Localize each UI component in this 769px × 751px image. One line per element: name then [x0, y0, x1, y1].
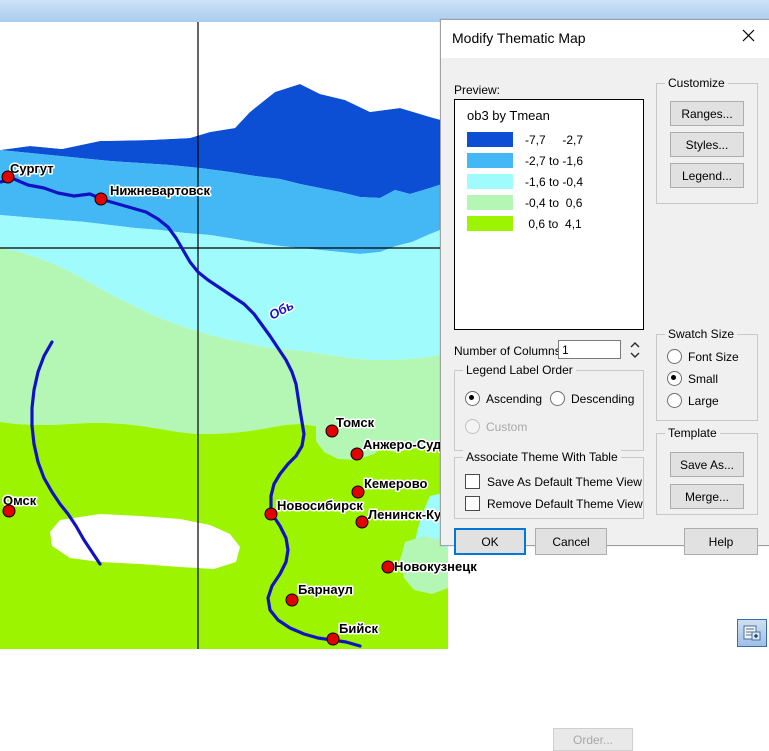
- legend-swatch: [467, 216, 513, 231]
- city-label: Барнаул: [298, 582, 353, 597]
- city-label: Нижневартовск: [110, 183, 211, 198]
- city-label: Кемерово: [364, 476, 428, 491]
- associate-theme-title: Associate Theme With Table: [463, 450, 621, 464]
- ranges-button[interactable]: Ranges...: [670, 101, 744, 126]
- radio-custom: Custom: [465, 419, 527, 434]
- radio-ascending-indicator: [465, 391, 480, 406]
- city-label: Новокузнецк: [394, 559, 477, 574]
- radio-font-size-indicator: [667, 349, 682, 364]
- radio-descending-label: Descending: [571, 391, 635, 406]
- legend-range-label: -1,6 to -0,4: [525, 174, 584, 189]
- radio-small-label: Small: [688, 371, 719, 386]
- city-label: Томск: [336, 415, 375, 430]
- city-marker-dot[interactable]: [326, 632, 340, 646]
- city-label: Ленинск-Ку: [368, 507, 442, 522]
- city-label: Анжеро-Судж: [363, 437, 451, 452]
- radio-large-label: Large: [688, 393, 719, 408]
- radio-large-indicator: [667, 393, 682, 408]
- city-label: Бийск: [339, 621, 379, 636]
- checkbox-remove-default-label: Remove Default Theme View: [487, 496, 643, 511]
- legend-row[interactable]: -1,6 to -0,4: [467, 171, 583, 192]
- legend-swatch: [467, 174, 513, 189]
- cancel-button[interactable]: Cancel: [535, 528, 607, 555]
- legend-row[interactable]: -0,4 to 0,6: [467, 192, 583, 213]
- radio-ascending-label: Ascending: [486, 391, 543, 406]
- radio-custom-label: Custom: [486, 419, 528, 434]
- legend-swatch: [467, 153, 513, 168]
- checkbox-save-default-theme-view[interactable]: Save As Default Theme View: [465, 474, 642, 489]
- checkbox-save-default-label: Save As Default Theme View: [487, 474, 642, 489]
- city-marker-dot[interactable]: [94, 192, 108, 206]
- legend-label-order-title: Legend Label Order: [463, 363, 576, 377]
- associate-theme-with-table-group: Associate Theme With Table Save As Defau…: [454, 450, 644, 519]
- legend-range-label: 0,6 to 4,1: [525, 216, 582, 231]
- city-marker-dot[interactable]: [355, 515, 369, 529]
- order-button: Order...: [553, 728, 633, 751]
- legend-row[interactable]: -7,7 -2,7: [467, 129, 583, 150]
- city-label: Сургут: [10, 161, 54, 176]
- merge-button[interactable]: Merge...: [670, 484, 744, 509]
- checkbox-save-default-indicator: [465, 474, 480, 489]
- dialog-title: Modify Thematic Map: [452, 30, 586, 46]
- city-marker-dot[interactable]: [1, 170, 15, 184]
- legend-range-label: -0,4 to 0,6: [525, 195, 583, 210]
- swatch-size-title: Swatch Size: [665, 327, 738, 341]
- help-button[interactable]: Help: [684, 528, 758, 555]
- city-marker-dot[interactable]: [351, 485, 365, 499]
- city-marker-dot[interactable]: [285, 593, 299, 607]
- legend-label-order-group: Legend Label Order Ascending Descending …: [454, 363, 644, 751]
- dialog-titlebar: Modify Thematic Map: [441, 20, 769, 59]
- modify-thematic-map-dialog: Modify Thematic Map Preview: ob3 by Tmea…: [440, 19, 769, 751]
- swatch-size-group: Swatch Size Font Size Small Large: [656, 327, 758, 421]
- template-title: Template: [665, 426, 720, 440]
- radio-small-indicator: [667, 371, 682, 386]
- legend-range-label: -7,7 -2,7: [525, 132, 584, 147]
- number-of-columns-stepper[interactable]: [628, 338, 642, 362]
- checkbox-remove-default-indicator: [465, 496, 480, 511]
- legend-preview-title: ob3 by Tmean: [467, 108, 550, 123]
- preview-label: Preview:: [454, 83, 501, 97]
- number-of-columns-label: Number of Columns:: [454, 344, 565, 358]
- legend-preview-box[interactable]: ob3 by Tmean -7,7 -2,7 -2,7 to -1,6 -1,6 t…: [454, 99, 644, 330]
- dialog-body: Preview: ob3 by Tmean -7,7 -2,7 -2,7 to -…: [441, 58, 769, 751]
- radio-font-size[interactable]: Font Size: [667, 349, 739, 364]
- legend-button[interactable]: Legend...: [670, 163, 744, 188]
- ok-button[interactable]: OK: [454, 528, 526, 555]
- close-button[interactable]: [726, 20, 769, 50]
- radio-descending[interactable]: Descending: [550, 391, 634, 406]
- legend-swatch: [467, 132, 513, 147]
- layer-control-button[interactable]: [737, 619, 767, 647]
- radio-large[interactable]: Large: [667, 393, 719, 408]
- radio-font-size-label: Font Size: [688, 349, 739, 364]
- radio-custom-indicator: [465, 419, 480, 434]
- legend-range-label: -2,7 to -1,6: [525, 153, 584, 168]
- legend-rows: -7,7 -2,7 -2,7 to -1,6 -1,6 to -0,4 -0,4 to…: [467, 129, 583, 234]
- city-label: Новосибирск: [277, 498, 363, 513]
- city-marker-dot[interactable]: [350, 447, 364, 461]
- customize-title: Customize: [665, 76, 728, 90]
- city-marker-dot[interactable]: [2, 504, 16, 518]
- close-icon: [742, 29, 754, 41]
- radio-small[interactable]: Small: [667, 371, 718, 386]
- legend-row[interactable]: -2,7 to -1,6: [467, 150, 583, 171]
- city-marker-dot[interactable]: [264, 507, 278, 521]
- radio-descending-indicator: [550, 391, 565, 406]
- styles-button[interactable]: Styles...: [670, 132, 744, 157]
- legend-swatch: [467, 195, 513, 210]
- save-as-button[interactable]: Save As...: [670, 452, 744, 477]
- spinner-updown-icon: [630, 342, 640, 358]
- checkbox-remove-default-theme-view[interactable]: Remove Default Theme View: [465, 496, 643, 511]
- radio-ascending[interactable]: Ascending: [465, 391, 542, 406]
- city-marker-dot[interactable]: [381, 560, 395, 574]
- layer-control-icon: [743, 625, 761, 641]
- city-marker-dot[interactable]: [325, 424, 339, 438]
- number-of-columns-input[interactable]: [558, 340, 621, 359]
- legend-row[interactable]: 0,6 to 4,1: [467, 213, 583, 234]
